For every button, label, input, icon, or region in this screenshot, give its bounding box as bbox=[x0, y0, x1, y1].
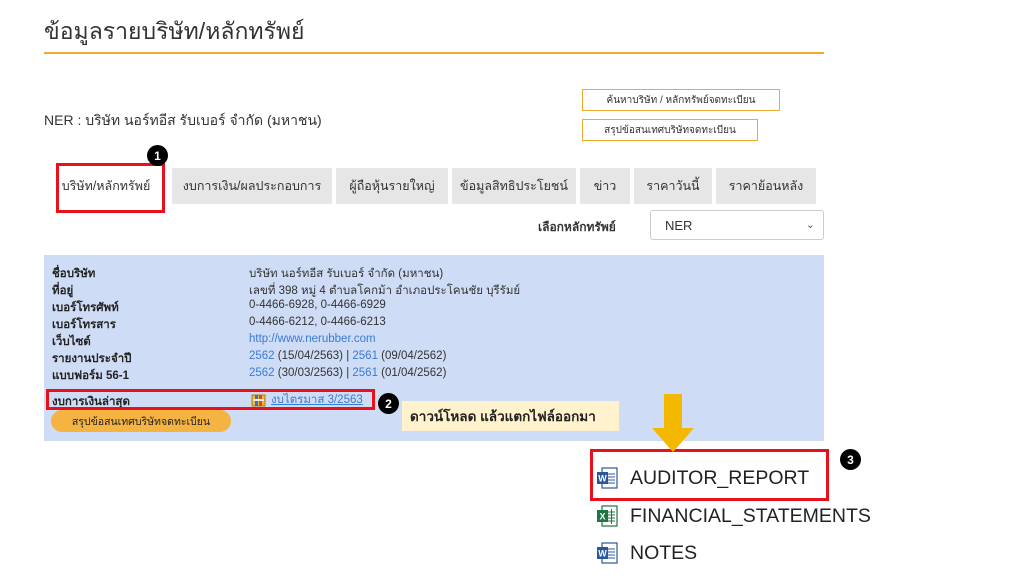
word-doc-icon: W bbox=[597, 467, 618, 489]
tab-price-today[interactable]: ราคาวันนี้ bbox=[634, 168, 712, 204]
address-label: ที่อยู่ bbox=[52, 285, 74, 297]
form561-values: 2562 (30/03/2563) | 2561 (01/04/2562) bbox=[249, 367, 446, 379]
down-arrow-icon bbox=[652, 394, 694, 452]
phone-label: เบอร์โทรศัพท์ bbox=[52, 302, 119, 314]
title-divider bbox=[44, 52, 824, 54]
search-listed-button[interactable]: ค้นหาบริษัท / หลักทรัพย์จดทะเบียน bbox=[582, 89, 780, 111]
file-name: NOTES bbox=[630, 541, 698, 564]
step-marker-3: 3 bbox=[840, 449, 861, 470]
svg-text:W: W bbox=[598, 549, 607, 559]
company-value: บริษัท นอร์ทอีส รับเบอร์ จำกัด (มหาชน) bbox=[249, 268, 444, 280]
annual-report-2562-link[interactable]: 2562 bbox=[249, 350, 275, 362]
chevron-down-icon: ⌄ bbox=[805, 219, 815, 231]
file-item-auditor-report[interactable]: W AUDITOR_REPORT bbox=[596, 465, 809, 491]
annual-report-label: รายงานประจำปี bbox=[52, 353, 132, 365]
tab-news[interactable]: ข่าว bbox=[580, 168, 630, 204]
fax-value: 0-4466-6212, 0-4466-6213 bbox=[249, 316, 386, 328]
highlight-box-latest-fs bbox=[46, 389, 375, 410]
tab-rights-benefits[interactable]: ข้อมูลสิทธิประโยชน์ bbox=[452, 168, 576, 204]
security-select[interactable]: NER ⌄ bbox=[650, 210, 824, 240]
security-select-label: เลือกหลักทรัพย์ bbox=[538, 220, 616, 234]
file-name: FINANCIAL_STATEMENTS bbox=[630, 504, 871, 527]
form561-date: (01/04/2562) bbox=[377, 367, 447, 379]
summary-info-pill-button[interactable]: สรุปข้อสนเทศบริษัทจดทะเบียน bbox=[51, 410, 231, 432]
address-value: เลขที่ 398 หมู่ 4 ตำบลโคกม้า อำเภอประโคน… bbox=[249, 285, 521, 297]
company-label: ชื่อบริษัท bbox=[52, 268, 96, 280]
page-title: ข้อมูลรายบริษัท/หลักทรัพย์ bbox=[44, 18, 305, 44]
phone-value: 0-4466-6928, 0-4466-6929 bbox=[249, 299, 386, 311]
annual-report-2561-link[interactable]: 2561 bbox=[352, 350, 378, 362]
tab-major-shareholders[interactable]: ผู้ถือหุ้นรายใหญ่ bbox=[336, 168, 448, 204]
excel-sheet-icon: X bbox=[597, 505, 618, 527]
form561-2562-link[interactable]: 2562 bbox=[249, 367, 275, 379]
website-label: เว็บไซต์ bbox=[52, 336, 91, 348]
file-name: AUDITOR_REPORT bbox=[630, 466, 810, 489]
instruction-note: ดาวน์โหลด แล้วแตกไฟล์ออกมา bbox=[402, 401, 619, 431]
file-item-financial-statements[interactable]: X FINANCIAL_STATEMENTS bbox=[596, 503, 871, 529]
highlight-box-tab bbox=[56, 163, 165, 213]
tab-financials[interactable]: งบการเงิน/ผลประกอบการ bbox=[172, 168, 332, 204]
form561-2561-link[interactable]: 2561 bbox=[352, 367, 378, 379]
file-item-notes[interactable]: W NOTES bbox=[596, 540, 697, 566]
form561-date: (30/03/2563) | bbox=[274, 367, 353, 379]
security-select-value: NER bbox=[665, 217, 693, 233]
annual-report-values: 2562 (15/04/2563) | 2561 (09/04/2562) bbox=[249, 350, 446, 362]
step-marker-2: 2 bbox=[378, 393, 399, 414]
step-marker-1: 1 bbox=[147, 145, 168, 166]
tab-price-history[interactable]: ราคาย้อนหลัง bbox=[716, 168, 816, 204]
annual-report-date: (09/04/2562) bbox=[377, 350, 447, 362]
word-doc-icon: W bbox=[597, 542, 618, 564]
summary-listed-button[interactable]: สรุปข้อสนเทศบริษัทจดทะเบียน bbox=[582, 119, 758, 141]
svg-text:W: W bbox=[598, 474, 607, 484]
svg-text:X: X bbox=[599, 512, 605, 522]
website-link[interactable]: http://www.nerubber.com bbox=[249, 333, 376, 345]
form561-label: แบบฟอร์ม 56-1 bbox=[52, 370, 130, 382]
annual-report-date: (15/04/2563) | bbox=[274, 350, 353, 362]
company-name: NER : บริษัท นอร์ทอีส รับเบอร์ จำกัด (มห… bbox=[44, 112, 322, 128]
fax-label: เบอร์โทรสาร bbox=[52, 319, 116, 331]
